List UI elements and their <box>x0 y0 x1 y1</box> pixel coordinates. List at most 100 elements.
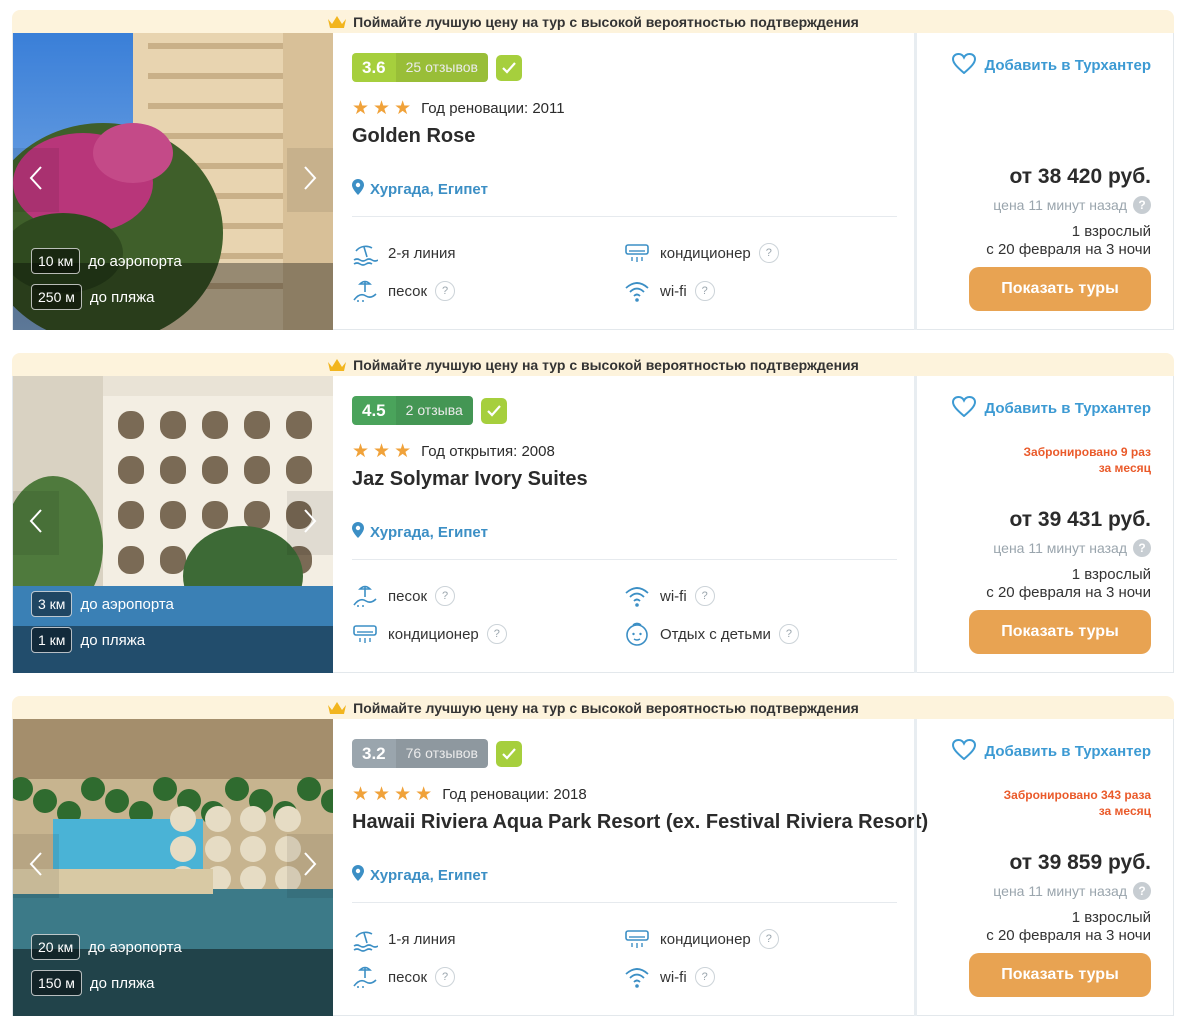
add-to-favorites-button[interactable]: Добавить в Турхантер <box>952 738 1151 764</box>
hotel-photo[interactable]: 3 км до аэропорта 1 км до пляжа <box>13 376 333 673</box>
help-icon[interactable]: ? <box>1133 539 1151 557</box>
rating-badge[interactable]: 3.6 25 отзывов <box>352 53 522 82</box>
help-icon[interactable]: ? <box>758 243 779 263</box>
feature-item: песок? <box>352 583 456 609</box>
price-updated: цена 11 минут назад? <box>993 196 1151 214</box>
hotel-location[interactable]: Хургада, Египет <box>352 865 488 885</box>
hotel-location[interactable]: Хургада, Египет <box>352 179 488 199</box>
rating-score: 3.2 <box>352 739 396 768</box>
help-icon[interactable]: ? <box>435 281 456 301</box>
rating-score: 3.6 <box>352 53 396 82</box>
hotel-name[interactable]: Golden Rose <box>352 125 475 148</box>
sand-icon <box>352 583 378 609</box>
airport-km: 10 км <box>31 248 81 274</box>
beach-km: 150 м <box>31 970 82 996</box>
promo-text: Поймайте лучшую цену на тур с высокой ве… <box>353 13 859 30</box>
feature-label: 2-я линия <box>388 244 456 262</box>
reviews-count[interactable]: 2 отзыва <box>395 396 473 425</box>
hotel-stars: ★ ★ ★ Год открытия: 2008 <box>352 440 555 463</box>
rating-badge[interactable]: 3.2 76 отзывов <box>352 739 522 768</box>
add-to-favorites-button[interactable]: Добавить в Турхантер <box>952 395 1151 421</box>
rating-badge[interactable]: 4.5 2 отзыва <box>352 396 507 425</box>
hotel-photo[interactable]: 10 км до аэропорта 250 м до пляжа <box>13 33 333 330</box>
star-icon: ★ <box>394 784 412 805</box>
next-photo-button[interactable] <box>287 491 333 555</box>
favorites-label: Добавить в Турхантер <box>984 400 1151 417</box>
crown-icon <box>327 701 347 715</box>
air-conditioner-icon <box>352 621 378 647</box>
updated-text: цена 11 минут назад <box>993 197 1127 213</box>
tour-details: 1 взрослый с 20 февраля на 3 ночи <box>986 909 1151 945</box>
feature-item: wi-fi? <box>624 583 715 609</box>
tour-dates: с 20 февраля на 3 ночи <box>986 927 1151 944</box>
show-tours-button[interactable]: Показать туры <box>969 267 1151 311</box>
star-icon: ★ <box>394 98 412 119</box>
star-icon: ★ <box>394 441 412 462</box>
beach-km: 250 м <box>31 284 82 310</box>
reviews-count[interactable]: 76 отзывов <box>395 739 488 768</box>
add-to-favorites-button[interactable]: Добавить в Турхантер <box>952 52 1151 78</box>
hotel-card-body: 10 км до аэропорта 250 м до пляжа 3.6 25 отзы… <box>12 33 1174 330</box>
help-icon[interactable]: ? <box>694 281 715 301</box>
feature-label: кондиционер <box>388 625 479 643</box>
help-icon[interactable]: ? <box>1133 196 1151 214</box>
hotel-name[interactable]: Hawaii Riviera Aqua Park Resort (ex. Fes… <box>352 811 928 834</box>
kids-icon <box>624 621 650 647</box>
promo-banner: Поймайте лучшую цену на тур с высокой ве… <box>12 696 1174 719</box>
hotel-info: 3.6 25 отзывов ★ ★ ★ Год реновации: 2011 Golde… <box>352 33 912 330</box>
reviews-count[interactable]: 25 отзывов <box>395 53 488 82</box>
prev-photo-button[interactable] <box>13 834 59 898</box>
hotel-location[interactable]: Хургада, Египет <box>352 522 488 542</box>
year-label: Год реновации: 2011 <box>421 100 565 117</box>
airport-km: 3 км <box>31 591 73 617</box>
verified-check-icon <box>480 397 507 424</box>
booked-count: Забронировано 9 раз <box>1023 445 1151 459</box>
wifi-icon <box>624 583 650 609</box>
beach-km: 1 км <box>31 627 73 653</box>
help-icon[interactable]: ? <box>694 967 715 987</box>
help-icon[interactable]: ? <box>758 929 779 949</box>
airport-distance: 3 км до аэропорта <box>31 591 174 617</box>
wifi-icon <box>624 964 650 990</box>
help-icon[interactable]: ? <box>694 586 715 606</box>
airport-km: 20 км <box>31 934 81 960</box>
hotel-card: Поймайте лучшую цену на тур с высокой ве… <box>12 10 1174 331</box>
beach-line-icon <box>352 240 379 266</box>
feature-label: wi-fi <box>660 587 687 605</box>
show-tours-button[interactable]: Показать туры <box>969 953 1151 997</box>
beach-distance: 250 м до пляжа <box>31 284 155 310</box>
airport-label: до аэропорта <box>88 252 182 270</box>
price-amount: от 39 859 руб. <box>1009 851 1151 874</box>
next-photo-button[interactable] <box>287 148 333 212</box>
help-icon[interactable]: ? <box>1133 882 1151 900</box>
divider <box>352 559 897 560</box>
hotel-card-body: 3 км до аэропорта 1 км до пляжа 4.5 2 отзыва ★… <box>12 376 1174 673</box>
hotel-stars: ★ ★ ★ ★ Год реновации: 2018 <box>352 783 587 806</box>
beach-label: до пляжа <box>89 974 155 992</box>
promo-text: Поймайте лучшую цену на тур с высокой ве… <box>353 699 859 716</box>
prev-photo-button[interactable] <box>13 148 59 212</box>
help-icon[interactable]: ? <box>486 624 507 644</box>
map-pin-icon <box>352 522 370 542</box>
next-photo-button[interactable] <box>287 834 333 898</box>
hotel-card-body: 20 км до аэропорта 150 м до пляжа 3.2 76 отзы… <box>12 719 1174 1016</box>
feature-item: Отдых с детьми? <box>624 621 799 647</box>
show-tours-button[interactable]: Показать туры <box>969 610 1151 654</box>
favorites-label: Добавить в Турхантер <box>984 743 1151 760</box>
help-icon[interactable]: ? <box>435 586 456 606</box>
feature-label: wi-fi <box>660 968 687 986</box>
booked-info: Забронировано 9 раз за месяц <box>1024 444 1151 476</box>
guests-count: 1 взрослый <box>1071 223 1151 240</box>
prev-photo-button[interactable] <box>13 491 59 555</box>
hotel-photo[interactable]: 20 км до аэропорта 150 м до пляжа <box>13 719 333 1016</box>
feature-label: wi-fi <box>660 282 687 300</box>
divider <box>352 902 897 903</box>
promo-banner: Поймайте лучшую цену на тур с высокой ве… <box>12 10 1174 33</box>
help-icon[interactable]: ? <box>778 624 799 644</box>
promo-text: Поймайте лучшую цену на тур с высокой ве… <box>353 356 859 373</box>
hotel-name[interactable]: Jaz Solymar Ivory Suites <box>352 468 588 491</box>
help-icon[interactable]: ? <box>435 967 456 987</box>
booked-period: за месяц <box>1098 461 1151 475</box>
beach-label: до пляжа <box>89 288 155 306</box>
star-icon: ★ <box>352 784 370 805</box>
